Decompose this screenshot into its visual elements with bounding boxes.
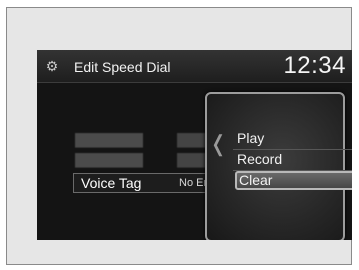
display-screen: ⚙ Edit Speed Dial 12:34 ████████ ████ ██… [37,50,352,240]
voice-tag-label: Voice Tag [81,175,142,191]
figure-frame: ⚙ Edit Speed Dial 12:34 ████████ ████ ██… [6,7,352,265]
gear-icon[interactable]: ⚙ [45,59,59,73]
chevron-left-icon: ❬ [209,131,228,156]
list-item-dimmed: ████████ [75,133,144,147]
menu-item-clear[interactable]: Clear [235,171,352,190]
clock-display: 12:34 [283,52,346,79]
screen-header: ⚙ Edit Speed Dial 12:34 [37,50,352,83]
menu-item-record[interactable]: Record [235,150,352,169]
list-item-dimmed: ████████ [75,153,144,167]
screen-title: Edit Speed Dial [74,59,171,75]
menu-item-play[interactable]: Play [235,129,352,148]
